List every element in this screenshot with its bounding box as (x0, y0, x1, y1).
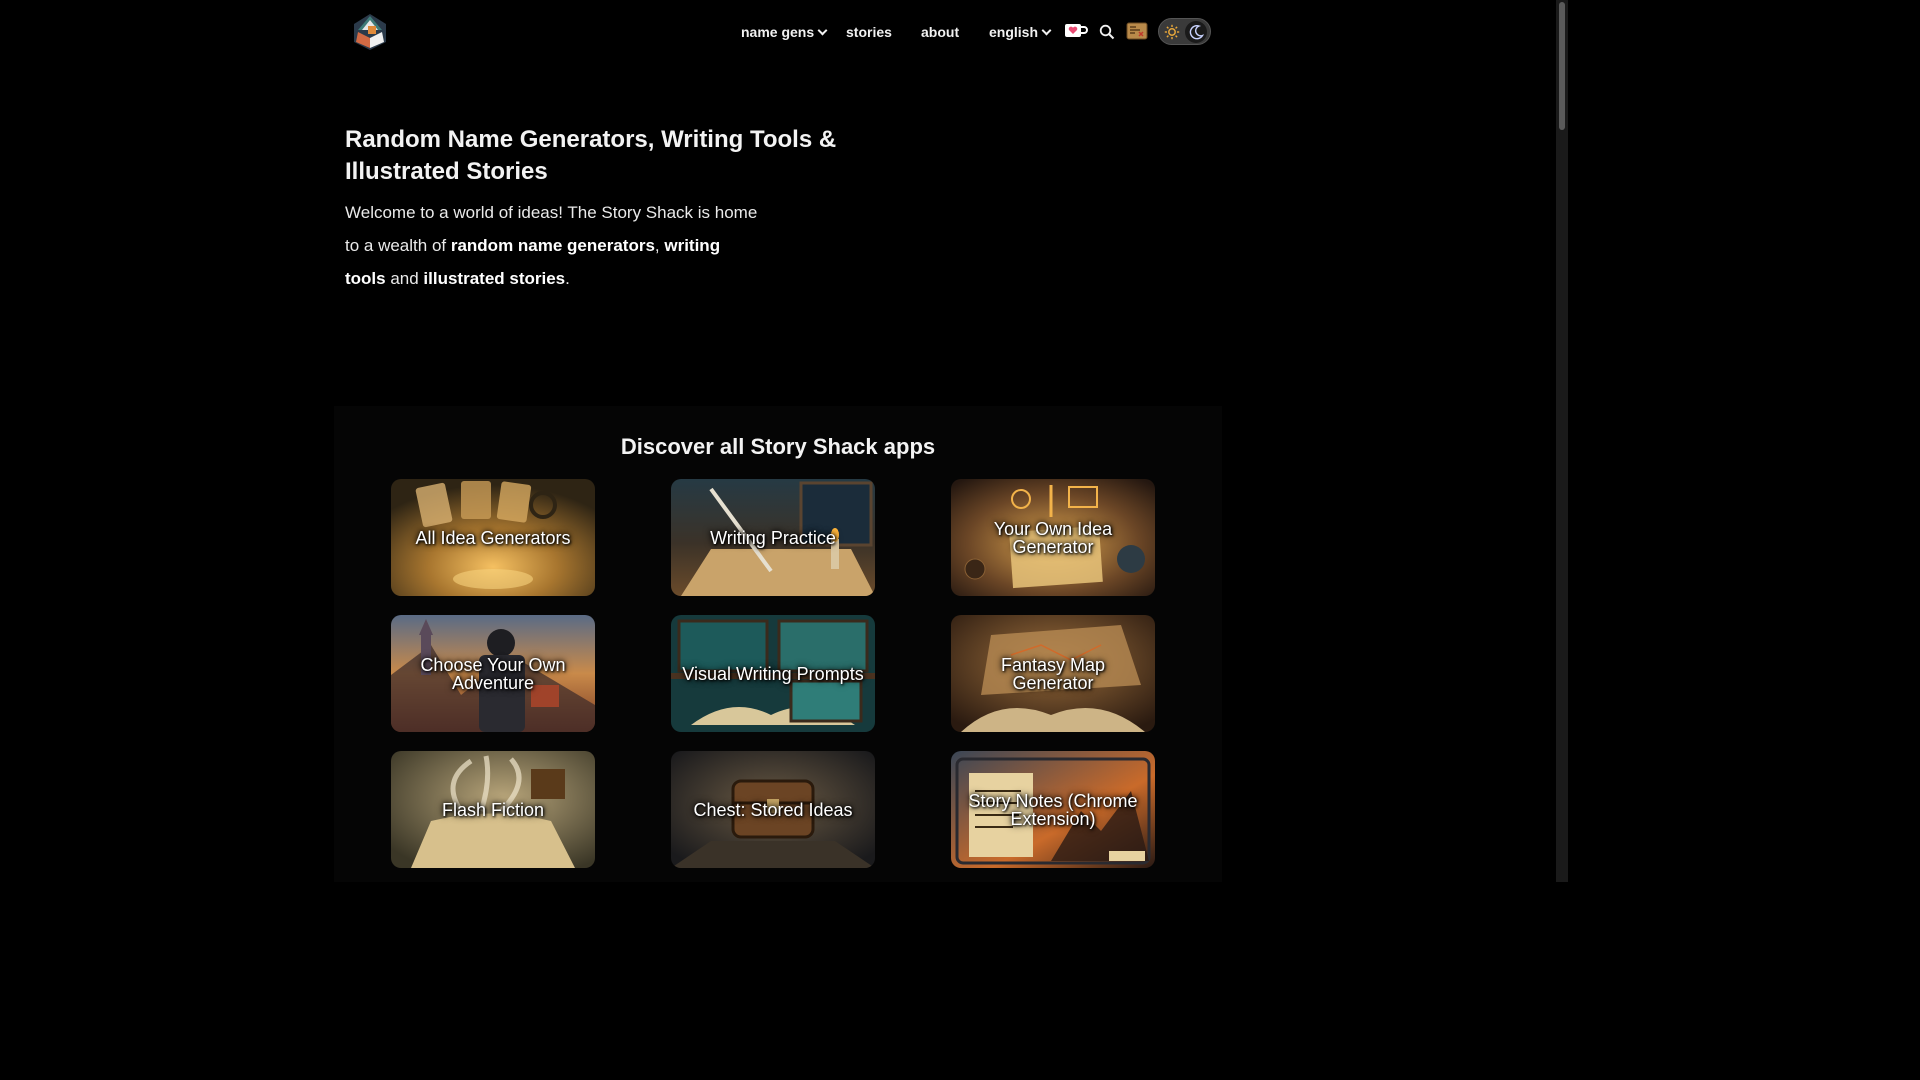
app-card-choose-your-own-adventure[interactable]: Choose Your Own Adventure (391, 615, 595, 732)
nav-language[interactable]: english (989, 24, 1052, 40)
app-card-label: Chest: Stored Ideas (693, 799, 853, 820)
intro-text: . (565, 269, 570, 288)
story-shack-logo[interactable] (350, 12, 390, 52)
nav-name-gens[interactable]: name gens (741, 24, 828, 40)
nav-stories[interactable]: stories (846, 24, 892, 40)
chevron-down-icon (1041, 25, 1052, 36)
nav-language-label: english (989, 24, 1039, 40)
app-card-label: Writing Practice (710, 527, 836, 548)
app-card-your-own-idea-generator[interactable]: Your Own Idea Generator (951, 479, 1155, 596)
app-card-all-idea-generators[interactable]: All Idea Generators (391, 479, 595, 596)
app-card-label: Fantasy Map Generator (1000, 654, 1106, 693)
site-header: name gens stories about english (0, 0, 1556, 64)
theme-toggle[interactable] (1158, 18, 1211, 45)
app-card-visual-writing-prompts[interactable]: Visual Writing Prompts (671, 615, 875, 732)
intro-text: and (385, 269, 424, 288)
app-card-label: All Idea Generators (415, 527, 571, 548)
intro-bold-illustrated-stories: illustrated stories (423, 269, 566, 288)
page-scrollbar[interactable] (1556, 0, 1568, 882)
chevron-down-icon (817, 25, 828, 36)
nav-name-gens-label: name gens (741, 24, 815, 40)
page-title: Random Name Generators, Writing Tools & … (345, 126, 837, 185)
treasure-map-icon[interactable] (1126, 21, 1148, 46)
scrollbar-thumb[interactable] (1559, 2, 1565, 130)
moon-icon[interactable] (1185, 20, 1207, 43)
app-card-label: Visual Writing Prompts (682, 663, 864, 684)
app-card-label: Your Own Idea Generator (993, 518, 1113, 557)
app-card-writing-practice[interactable]: Writing Practice (671, 479, 875, 596)
app-card-fantasy-map-generator[interactable]: Fantasy Map Generator (951, 615, 1155, 732)
app-card-label: Story Notes (Chrome Extension) (968, 790, 1138, 829)
app-card-chest-stored-ideas[interactable]: Chest: Stored Ideas (671, 751, 875, 868)
intro-text: , (654, 236, 665, 255)
app-card-story-notes-chrome-extension[interactable]: Story Notes (Chrome Extension) (951, 751, 1155, 868)
app-card-label: Flash Fiction (441, 799, 545, 820)
search-icon[interactable] (1099, 24, 1115, 45)
nav-about[interactable]: about (921, 24, 959, 40)
intro-bold-name-generators: random name generators (450, 236, 655, 255)
heart-cup-icon[interactable] (1064, 22, 1088, 45)
app-card-flash-fiction[interactable]: Flash Fiction (391, 751, 595, 868)
intro-paragraph: Welcome to a world of ideas! The Story S… (345, 196, 765, 295)
sun-icon[interactable] (1162, 22, 1182, 42)
apps-section-title: Discover all Story Shack apps (620, 434, 936, 459)
app-card-label: Choose Your Own Adventure (420, 654, 566, 693)
